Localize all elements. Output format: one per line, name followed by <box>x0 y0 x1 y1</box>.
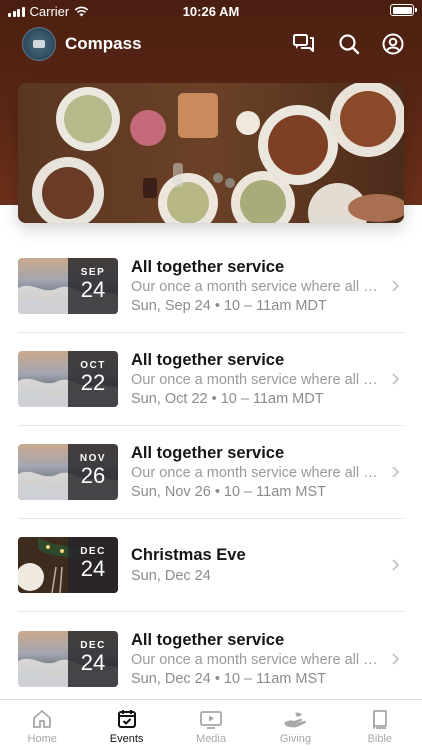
search-icon[interactable] <box>338 33 360 55</box>
tab-label: Home <box>27 733 57 745</box>
event-datetime: Sun, Sep 24 • 10 – 11am MDT <box>131 298 327 314</box>
event-day: 24 <box>80 649 106 675</box>
tab-bar: Home Events Media Giving Bible <box>0 699 422 750</box>
dinner-table-photo <box>18 83 404 223</box>
status-bar: Carrier 10:26 AM <box>0 0 422 22</box>
event-datetime: Sun, Dec 24 <box>131 568 211 584</box>
chevron-right-icon <box>392 652 400 665</box>
event-title: All together service <box>131 630 285 649</box>
calendar-icon <box>117 710 136 728</box>
tab-label: Giving <box>279 733 312 745</box>
event-day: 22 <box>80 370 106 395</box>
event-thumbnail: NOV 26 <box>18 444 118 500</box>
chevron-right-icon <box>392 280 400 292</box>
church-logo[interactable] <box>22 27 56 61</box>
event-month: DEC <box>80 639 106 651</box>
event-thumbnail: DEC 24 <box>18 630 118 687</box>
home-icon <box>33 710 52 728</box>
tab-label: Bible <box>367 733 393 745</box>
event-date-badge: NOV 26 <box>68 444 118 500</box>
tab-bible[interactable]: Bible <box>338 700 422 750</box>
event-row[interactable]: NOV 26 All together service Our once a m… <box>18 426 404 519</box>
event-title: Christmas Eve <box>131 546 246 564</box>
chat-icon[interactable] <box>292 33 316 55</box>
event-thumbnail: DEC 24 <box>18 537 118 593</box>
event-list: SEP 24 All together service Our once a m… <box>18 240 404 705</box>
tab-label: Media <box>196 733 226 745</box>
status-time: 10:26 AM <box>182 4 240 19</box>
profile-icon[interactable] <box>382 33 404 55</box>
event-date-badge: SEP 24 <box>68 258 118 314</box>
event-row[interactable]: OCT 22 All together service Our once a m… <box>18 333 404 426</box>
event-date-badge: DEC 24 <box>68 537 118 593</box>
event-row[interactable]: DEC 24 All together service Our once a m… <box>18 612 404 705</box>
event-row[interactable]: DEC 24 Christmas Eve Sun, Dec 24 <box>18 519 404 612</box>
event-day: 24 <box>80 556 106 581</box>
chevron-right-icon <box>392 466 400 478</box>
event-description: Our once a month service where all h... <box>131 279 382 295</box>
event-title: All together service <box>131 444 285 462</box>
event-description: Our once a month service where all h... <box>131 465 382 481</box>
tab-giving[interactable]: Giving <box>253 700 337 750</box>
tab-home[interactable]: Home <box>0 700 84 750</box>
giving-icon <box>284 712 307 728</box>
chevron-right-icon <box>392 373 400 385</box>
event-day: 24 <box>80 277 106 302</box>
event-title: All together service <box>131 258 285 276</box>
event-datetime: Sun, Dec 24 • 10 – 11am MST <box>131 670 327 687</box>
event-datetime: Sun, Oct 22 • 10 – 11am MDT <box>131 391 324 407</box>
tab-media[interactable]: Media <box>169 700 253 750</box>
event-day: 26 <box>80 463 106 488</box>
event-thumbnail: OCT 22 <box>18 351 118 407</box>
app-title: Compass <box>65 34 142 53</box>
featured-banner-image[interactable] <box>18 83 404 223</box>
media-icon <box>200 711 222 729</box>
battery-icon <box>390 4 417 16</box>
bible-icon <box>372 710 387 729</box>
tab-label: Events <box>109 733 144 745</box>
event-description: Our once a month service where all h... <box>131 372 382 388</box>
event-description: Our once a month service where all h... <box>131 651 382 668</box>
event-date-badge: OCT 22 <box>68 351 118 407</box>
event-thumbnail: SEP 24 <box>18 258 118 314</box>
tab-events[interactable]: Events <box>84 700 168 750</box>
event-row[interactable]: SEP 24 All together service Our once a m… <box>18 240 404 333</box>
event-title: All together service <box>131 351 285 369</box>
event-datetime: Sun, Nov 26 • 10 – 11am MST <box>131 484 327 500</box>
event-date-badge: DEC 24 <box>68 630 118 687</box>
chevron-right-icon <box>392 559 400 571</box>
app-header: Compass <box>22 26 404 62</box>
